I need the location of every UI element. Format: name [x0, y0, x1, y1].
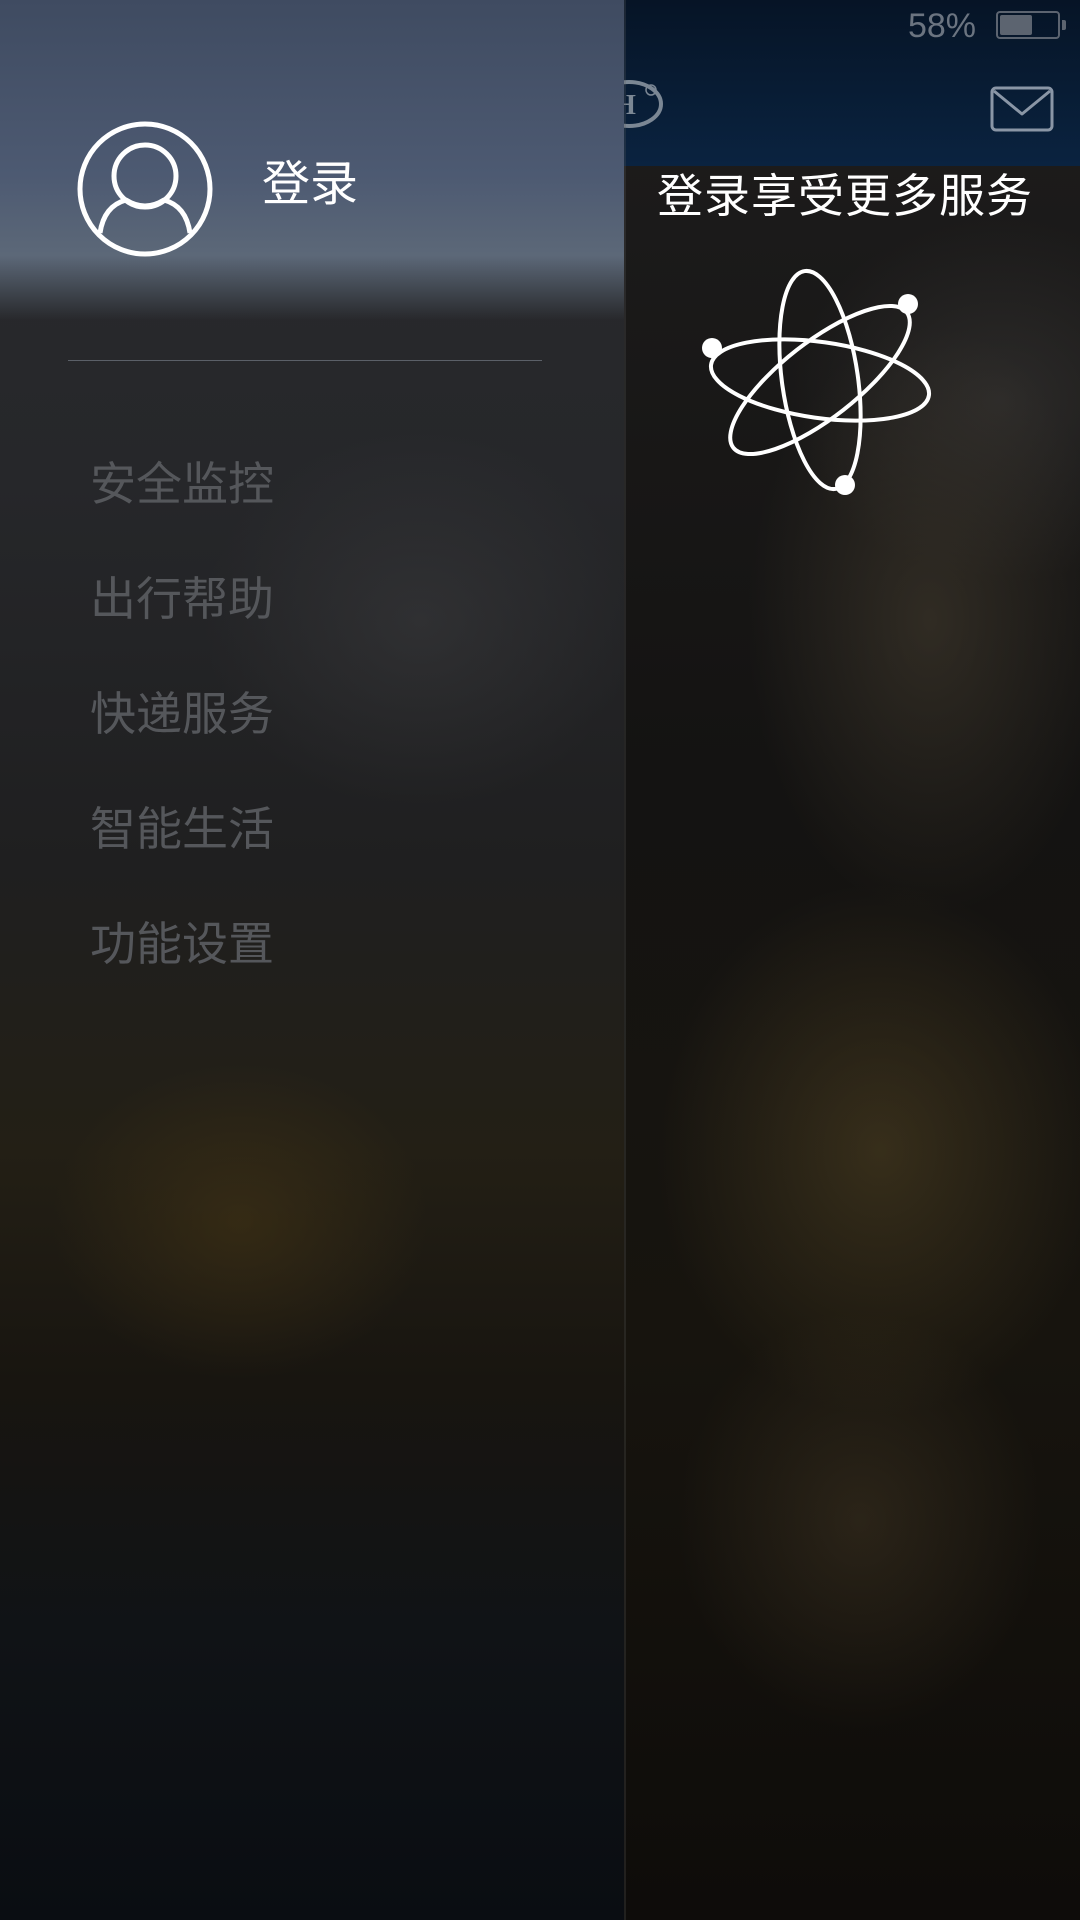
drawer-header[interactable]: 登录	[0, 0, 624, 320]
menu-item-security-monitoring[interactable]: 安全监控	[90, 452, 274, 567]
navigation-drawer: 登录 安全监控 出行帮助 快递服务 智能生活 功能设置	[0, 0, 624, 1920]
menu-item-express-service[interactable]: 快递服务	[90, 682, 274, 797]
battery-icon	[996, 11, 1066, 39]
login-promo-text[interactable]: 登录享受更多服务	[625, 160, 1065, 226]
mail-icon[interactable]	[990, 86, 1054, 132]
menu-item-settings[interactable]: 功能设置	[90, 912, 274, 1027]
drawer-menu: 安全监控 出行帮助 快递服务 智能生活 功能设置	[90, 452, 274, 1027]
drawer-divider	[68, 360, 542, 361]
app-screen: 58% H 登录享受更多服务 登录 安全监控 出行帮助 快递服务 智能生活 功能…	[0, 0, 1080, 1920]
battery-percent: 58%	[907, 7, 976, 45]
user-avatar-icon[interactable]	[76, 120, 214, 258]
menu-item-travel-help[interactable]: 出行帮助	[90, 567, 274, 682]
atom-icon	[702, 268, 932, 495]
battery-level-fill	[1000, 15, 1032, 35]
menu-item-smart-life[interactable]: 智能生活	[90, 797, 274, 912]
battery-tip	[1062, 20, 1066, 30]
login-link[interactable]: 登录	[262, 152, 358, 216]
